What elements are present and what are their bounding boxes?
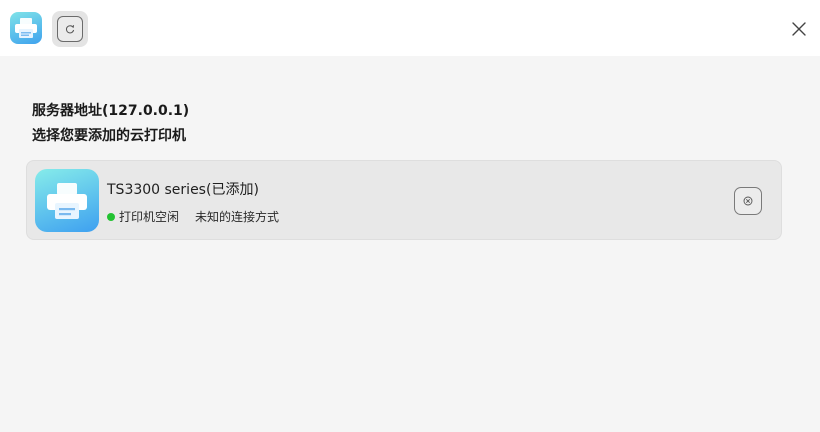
printer-name: TS3300 series(已添加): [107, 182, 259, 198]
close-button[interactable]: [784, 14, 814, 44]
remove-printer-button[interactable]: [734, 187, 762, 215]
server-address: 服务器地址(127.0.0.1): [32, 103, 190, 119]
connection-type: 未知的连接方式: [195, 210, 280, 224]
refresh-button[interactable]: [52, 11, 88, 47]
status-indicator: [107, 212, 115, 221]
printer-list-item[interactable]: TS3300 series(已添加) 打印机空闲 未知的连接方式: [26, 160, 782, 240]
remove-icon: [743, 196, 753, 206]
instruction-text: 选择您要添加的云打印机: [32, 128, 186, 144]
printer-status-line: 打印机空闲 未知的连接方式: [107, 208, 279, 225]
printer-status: 打印机空闲: [119, 210, 180, 224]
title-bar: [0, 0, 820, 56]
printer-icon: [35, 169, 99, 232]
close-icon: [792, 22, 806, 36]
refresh-icon: [57, 16, 83, 42]
printer-app-icon: [10, 12, 42, 44]
